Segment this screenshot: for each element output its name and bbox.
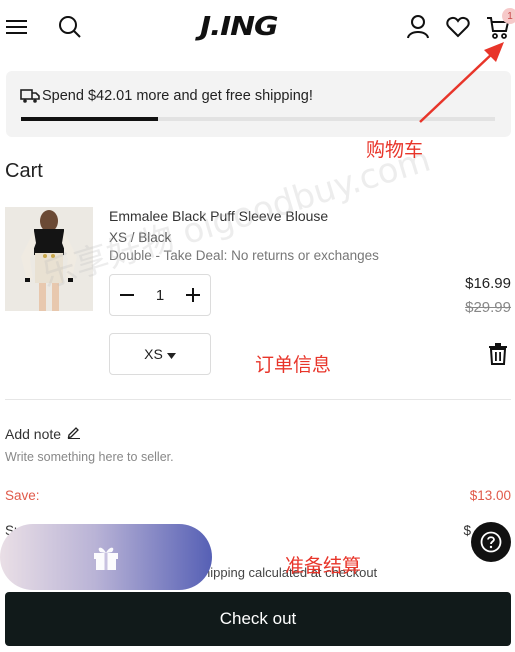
increase-quantity-button[interactable] (182, 284, 204, 306)
decrease-quantity-button[interactable] (116, 284, 138, 306)
trash-icon[interactable] (488, 343, 508, 370)
checkout-button[interactable]: Check out (5, 592, 511, 646)
search-icon[interactable] (58, 15, 82, 39)
annotation-order-info-label: 订单信息 (255, 354, 332, 376)
annotation-cart-label: 购物车 (366, 139, 424, 161)
question-icon (480, 531, 502, 553)
note-placeholder[interactable]: Write something here to seller. (5, 450, 174, 464)
caret-down-icon (166, 346, 176, 362)
quantity-stepper: 1 (109, 274, 211, 316)
pencil-icon (67, 425, 81, 442)
annotation-checkout-label: 准备结算 (285, 555, 362, 577)
truck-icon (20, 88, 40, 109)
product-price: $16.99 (465, 275, 511, 292)
cart-count-badge: 1 (502, 8, 515, 24)
quantity-value[interactable]: 1 (156, 287, 164, 304)
size-select-value: XS (144, 346, 163, 362)
brand-logo[interactable]: J.ING (200, 12, 279, 42)
hamburger-menu-icon[interactable] (6, 16, 28, 38)
add-note-label: Add note (5, 425, 62, 442)
gift-icon (94, 547, 118, 570)
annotation-arrow (419, 42, 504, 123)
divider (5, 399, 511, 400)
subtotal-value: $ (463, 523, 471, 538)
gift-promo-button[interactable] (0, 524, 212, 590)
heart-icon[interactable] (445, 15, 471, 39)
product-compare-price: $29.99 (465, 299, 511, 316)
save-label: Save: (5, 488, 40, 503)
size-select[interactable]: XS (109, 333, 211, 375)
save-value: $13.00 (469, 488, 511, 503)
help-button[interactable] (471, 522, 511, 562)
add-note-button[interactable]: Add note (5, 425, 81, 442)
user-icon[interactable] (406, 14, 430, 40)
free-shipping-text: Spend $42.01 more and get free shipping! (42, 88, 313, 104)
page-title: Cart (5, 160, 43, 182)
